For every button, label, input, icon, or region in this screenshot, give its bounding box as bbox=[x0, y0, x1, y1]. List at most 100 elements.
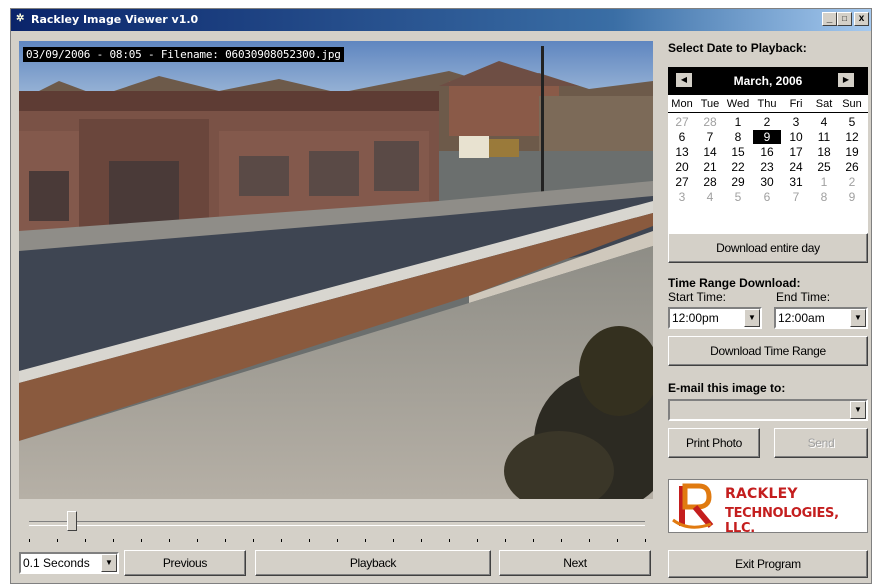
calendar-day[interactable]: 22 bbox=[724, 160, 752, 174]
calendar-day[interactable]: 26 bbox=[838, 160, 866, 174]
calendar-day[interactable]: 2 bbox=[753, 115, 781, 129]
slider-tick bbox=[281, 539, 282, 542]
logo-line2: TECHNOLOGIES, LLC. bbox=[725, 506, 839, 536]
calendar-day[interactable]: 5 bbox=[724, 190, 752, 204]
calendar-day[interactable]: 14 bbox=[696, 145, 724, 159]
calendar-day[interactable]: 28 bbox=[696, 175, 724, 189]
calendar-day[interactable]: 2 bbox=[838, 175, 866, 189]
speed-value: 0.1 Seconds bbox=[23, 556, 90, 570]
next-button[interactable]: Next bbox=[499, 550, 651, 576]
slider-tick bbox=[57, 539, 58, 542]
calendar-day[interactable]: 11 bbox=[810, 130, 838, 144]
window-title: Rackley Image Viewer v1.0 bbox=[31, 13, 199, 26]
select-date-label: Select Date to Playback: bbox=[668, 41, 807, 55]
calendar-day[interactable]: 1 bbox=[810, 175, 838, 189]
calendar-day[interactable]: 29 bbox=[724, 175, 752, 189]
calendar-day[interactable]: 5 bbox=[838, 115, 866, 129]
calendar-day[interactable]: 1 bbox=[724, 115, 752, 129]
day-name: Mon bbox=[671, 98, 693, 110]
start-time-select[interactable]: 12:00pm ▼ bbox=[668, 307, 762, 329]
end-time-value: 12:00am bbox=[778, 311, 825, 325]
chevron-down-icon[interactable]: ▼ bbox=[850, 401, 866, 419]
title-bar[interactable]: ✲ Rackley Image Viewer v1.0 _ □ x bbox=[11, 9, 871, 31]
calendar-day[interactable]: 17 bbox=[782, 145, 810, 159]
start-time-value: 12:00pm bbox=[672, 311, 719, 325]
slider-tick bbox=[365, 539, 366, 542]
day-name: Sun bbox=[842, 98, 862, 110]
camera-image: 03/09/2006 - 08:05 - Filename: 060309080… bbox=[19, 41, 653, 499]
slider-tick bbox=[225, 539, 226, 542]
print-photo-button[interactable]: Print Photo bbox=[668, 428, 760, 458]
calendar-day[interactable]: 30 bbox=[753, 175, 781, 189]
maximize-button[interactable]: □ bbox=[837, 12, 852, 26]
calendar-day[interactable]: 7 bbox=[782, 190, 810, 204]
chevron-down-icon[interactable]: ▼ bbox=[101, 554, 117, 572]
previous-button[interactable]: Previous bbox=[124, 550, 246, 576]
calendar-day[interactable]: 27 bbox=[668, 115, 696, 129]
calendar-day[interactable]: 28 bbox=[696, 115, 724, 129]
calendar-day[interactable]: 9 bbox=[753, 130, 781, 144]
next-month-icon[interactable]: ▶ bbox=[838, 73, 854, 87]
slider-tick bbox=[337, 539, 338, 542]
email-label: E-mail this image to: bbox=[668, 381, 786, 395]
calendar-day[interactable]: 6 bbox=[753, 190, 781, 204]
speed-select[interactable]: 0.1 Seconds ▼ bbox=[19, 552, 119, 574]
calendar-day[interactable]: 7 bbox=[696, 130, 724, 144]
calendar-day[interactable]: 6 bbox=[668, 130, 696, 144]
calendar-day[interactable]: 13 bbox=[668, 145, 696, 159]
chevron-down-icon[interactable]: ▼ bbox=[744, 309, 760, 327]
calendar-day[interactable]: 4 bbox=[696, 190, 724, 204]
calendar-day[interactable]: 21 bbox=[696, 160, 724, 174]
calendar-day[interactable]: 9 bbox=[838, 190, 866, 204]
slider-tick bbox=[393, 539, 394, 542]
close-button[interactable]: x bbox=[854, 12, 869, 26]
slider-tick bbox=[421, 539, 422, 542]
calendar-day[interactable]: 3 bbox=[782, 115, 810, 129]
calendar-day[interactable]: 16 bbox=[753, 145, 781, 159]
day-name: Wed bbox=[726, 98, 750, 110]
end-time-select[interactable]: 12:00am ▼ bbox=[774, 307, 868, 329]
calendar-day[interactable]: 15 bbox=[724, 145, 752, 159]
construction-site-photo bbox=[19, 41, 653, 499]
calendar-day[interactable]: 20 bbox=[668, 160, 696, 174]
calendar-day[interactable]: 18 bbox=[810, 145, 838, 159]
send-button[interactable]: Send bbox=[774, 428, 868, 458]
timeline-slider-track[interactable] bbox=[29, 521, 645, 526]
logo-line1: RACKLEY bbox=[725, 486, 798, 502]
calendar-day[interactable]: 25 bbox=[810, 160, 838, 174]
slider-tick bbox=[141, 539, 142, 542]
calendar-day[interactable]: 4 bbox=[810, 115, 838, 129]
slider-tick bbox=[29, 539, 30, 542]
calendar-day[interactable]: 8 bbox=[810, 190, 838, 204]
exit-program-button[interactable]: Exit Program bbox=[668, 550, 868, 578]
chevron-down-icon[interactable]: ▼ bbox=[850, 309, 866, 327]
calendar-day[interactable]: 19 bbox=[838, 145, 866, 159]
calendar-day[interactable]: 10 bbox=[782, 130, 810, 144]
calendar-day[interactable]: 8 bbox=[724, 130, 752, 144]
company-logo: RACKLEY TECHNOLOGIES, LLC. bbox=[668, 479, 868, 536]
slider-tick bbox=[533, 539, 534, 542]
download-time-range-button[interactable]: Download Time Range bbox=[668, 336, 868, 366]
day-name: Fri bbox=[789, 98, 803, 110]
calendar-day[interactable]: 24 bbox=[782, 160, 810, 174]
playback-button[interactable]: Playback bbox=[255, 550, 491, 576]
calendar-day[interactable]: 27 bbox=[668, 175, 696, 189]
download-entire-day-button[interactable]: Download entire day bbox=[668, 233, 868, 263]
calendar-header: ◀ March, 2006 ▶ bbox=[668, 67, 868, 95]
day-name: Tue bbox=[700, 98, 720, 110]
slider-tick bbox=[169, 539, 170, 542]
image-caption: 03/09/2006 - 08:05 - Filename: 060309080… bbox=[23, 47, 344, 62]
start-time-label: Start Time: bbox=[668, 290, 727, 304]
calendar-day[interactable]: 12 bbox=[838, 130, 866, 144]
calendar-day[interactable]: 3 bbox=[668, 190, 696, 204]
minimize-button[interactable]: _ bbox=[822, 12, 837, 26]
day-name: Thu bbox=[757, 98, 777, 110]
calendar-day[interactable]: 23 bbox=[753, 160, 781, 174]
slider-tick bbox=[561, 539, 562, 542]
calendar-day[interactable]: 31 bbox=[782, 175, 810, 189]
timeline-slider-thumb[interactable] bbox=[67, 511, 77, 531]
email-select[interactable]: ▼ bbox=[668, 399, 868, 421]
slider-tick bbox=[85, 539, 86, 542]
slider-tick bbox=[645, 539, 646, 542]
app-window: ✲ Rackley Image Viewer v1.0 _ □ x 03/09/… bbox=[10, 8, 872, 584]
